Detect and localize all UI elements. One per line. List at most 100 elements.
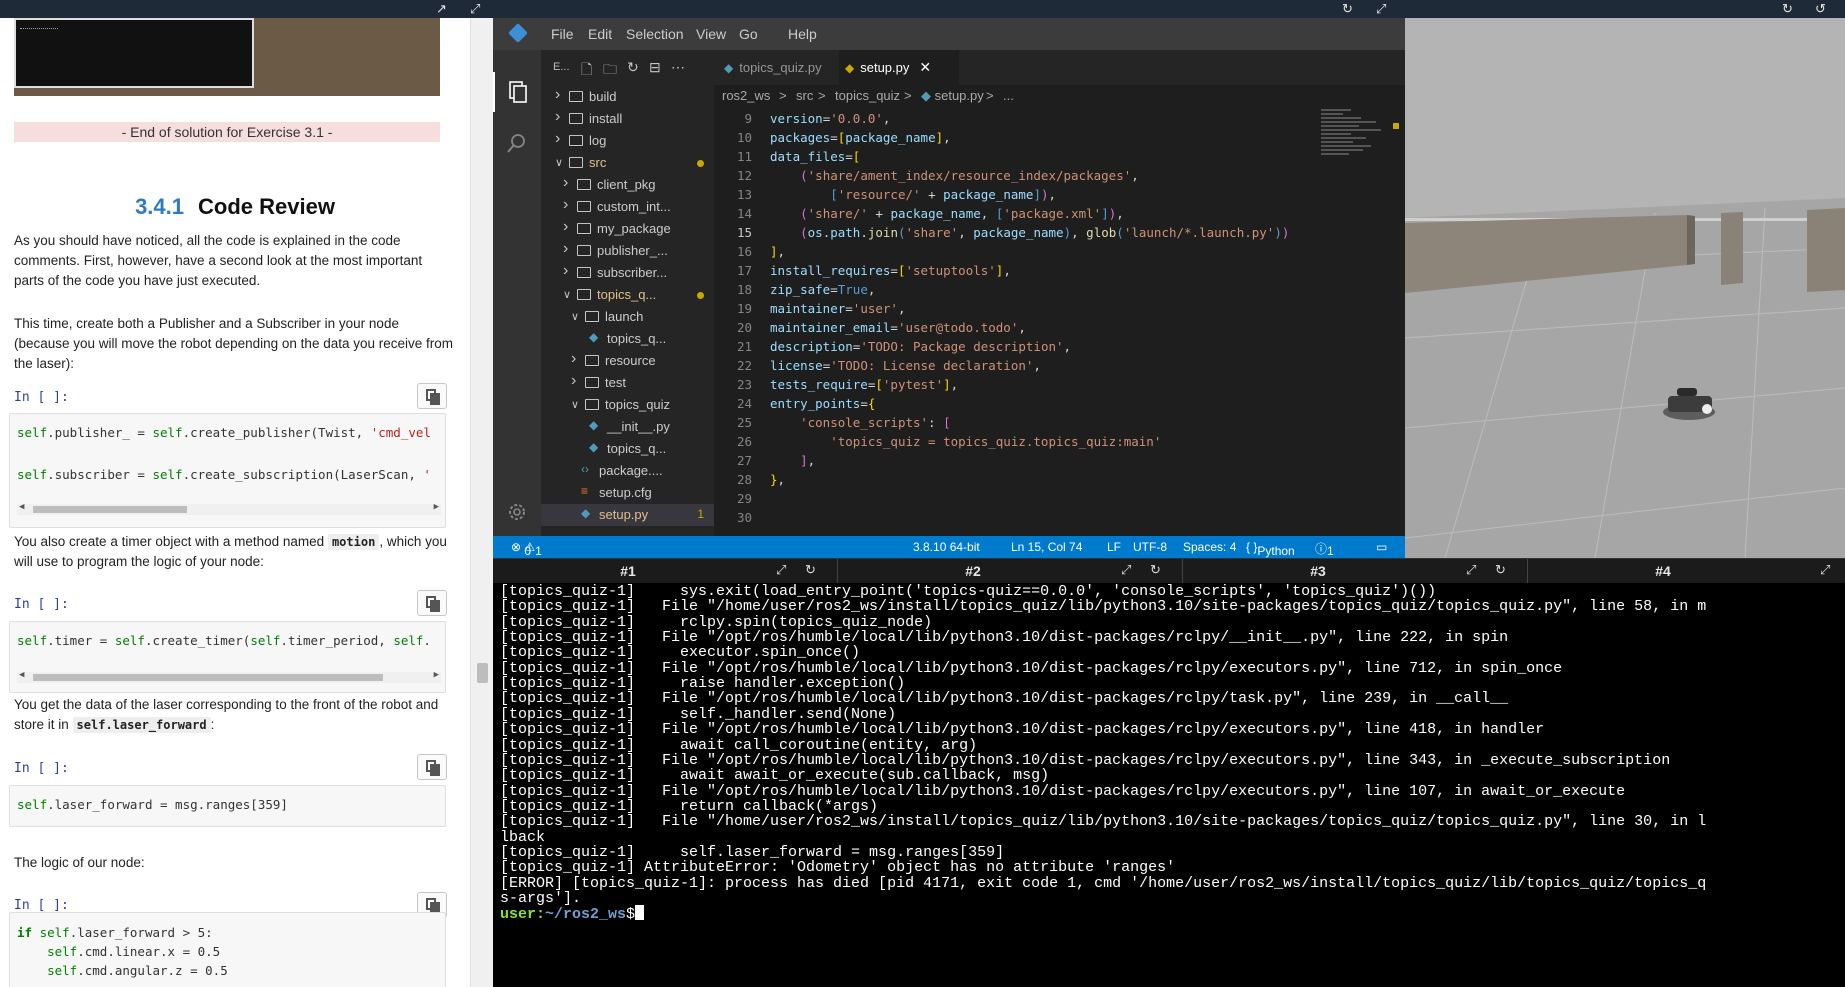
expand-icon[interactable]: ⤢ <box>1820 562 1830 578</box>
language-mode[interactable]: { } Python <box>1246 540 1295 558</box>
code-editor[interactable]: version='0.0.0', packages=[package_name]… <box>714 107 1405 536</box>
code-line: version='0.0.0', <box>770 111 891 126</box>
tree-item[interactable]: ∨ src <box>541 152 714 174</box>
python-file-icon: ◆ <box>589 440 599 454</box>
terminal-tab-3[interactable]: #3 ⤢ ↻ <box>1183 559 1528 584</box>
terminal-tab-1[interactable]: #1 ⤢ ↻ <box>493 559 838 584</box>
code-cell[interactable]: self.laser_forward = msg.ranges[359] <box>9 785 446 827</box>
tree-item[interactable]: › custom_int... <box>541 196 714 218</box>
python-file-icon: ◆ <box>589 418 599 432</box>
close-tab-icon[interactable]: ✕ <box>919 59 931 75</box>
menu-edit[interactable]: Edit <box>588 26 612 42</box>
new-file-icon[interactable]: 🗋 <box>581 59 592 83</box>
reload-icon[interactable]: ↻ <box>805 562 816 578</box>
new-folder-icon[interactable]: 🗀 <box>603 59 617 83</box>
editor-scrollbar[interactable] <box>1391 107 1405 536</box>
layout-icon[interactable]: ▭ <box>1376 540 1387 554</box>
reload-icon[interactable]: ↻ <box>1495 562 1506 578</box>
reload-icon[interactable]: ↻ <box>1782 1 1793 17</box>
menu-view[interactable]: View <box>696 26 726 42</box>
menu-help[interactable]: Help <box>788 26 817 42</box>
terminal-tab-2[interactable]: #2 ⤢ ↻ <box>838 559 1183 584</box>
gazebo-simulation-view[interactable] <box>1405 18 1845 558</box>
terminal-tab-4[interactable]: #4 ⤢ <box>1528 559 1845 584</box>
code-cell[interactable]: if self.laser_forward > 5: self.cmd.line… <box>9 912 446 987</box>
tree-item[interactable]: ≡ setup.cfg <box>541 482 714 504</box>
code-cell[interactable]: self.timer = self.create_timer(self.time… <box>9 621 446 693</box>
tree-item[interactable]: ∨ launch <box>541 306 714 328</box>
tree-item[interactable]: › publisher_... <box>541 240 714 262</box>
line-number: 30 <box>736 510 752 525</box>
breadcrumb-item[interactable]: ... <box>1003 88 1014 103</box>
notebook-scrollbar[interactable] <box>470 18 493 987</box>
copy-code-button[interactable] <box>417 754 447 780</box>
code-cell[interactable]: self.publisher_ = self.create_publisher(… <box>9 413 446 528</box>
tree-item-label: test <box>605 375 626 390</box>
tree-item[interactable]: ∨ topics_quiz <box>541 394 714 416</box>
tree-item[interactable]: ∨ topics_q... <box>541 284 714 306</box>
problems-indicator[interactable]: ⊗ 0 ⚠ 1 <box>511 540 542 558</box>
menu-go[interactable]: Go <box>739 26 758 42</box>
tree-item[interactable]: ◆ __init__.py <box>541 416 714 438</box>
terminal-prompt[interactable]: user:~/ros2_ws$ <box>500 905 645 923</box>
open-external-icon[interactable]: ↗ <box>436 1 447 17</box>
explorer-icon[interactable] <box>503 78 531 106</box>
settings-gear-icon[interactable] <box>503 498 531 526</box>
encoding-indicator[interactable]: UTF-8 <box>1133 540 1167 554</box>
cursor-position[interactable]: Ln 15, Col 74 <box>1011 540 1082 554</box>
collapse-all-icon[interactable]: ⊟ <box>649 59 661 76</box>
breadcrumb-item[interactable]: topics_quiz <box>835 88 900 103</box>
modified-indicator <box>697 292 704 299</box>
expand-icon[interactable]: ⤢ <box>1466 562 1476 578</box>
tree-item[interactable]: ◆ topics_q... <box>541 328 714 350</box>
breadcrumb-item[interactable]: src <box>796 88 813 103</box>
expand-icon[interactable]: ⤢ <box>1121 562 1131 578</box>
cell-prompt: In [ ]: <box>14 597 69 612</box>
tree-item[interactable]: › my_package <box>541 218 714 240</box>
expand-icon[interactable]: ⤢ <box>470 1 480 17</box>
more-actions-icon[interactable]: ⋯ <box>671 59 685 76</box>
tree-item[interactable]: › resource <box>541 350 714 372</box>
terminal-output[interactable]: [topics_quiz-1] sys.exit(load_entry_poin… <box>493 583 1845 987</box>
copy-code-button[interactable] <box>417 590 447 616</box>
menu-file[interactable]: File <box>551 26 574 42</box>
expand-icon[interactable]: ⤢ <box>776 562 786 578</box>
code-line: maintainer_email='user@todo.todo', <box>770 320 1026 335</box>
tree-item[interactable]: › install <box>541 108 714 130</box>
refresh-icon[interactable]: ↻ <box>627 59 639 76</box>
horizontal-scrollbar[interactable]: ◀ ▶ <box>17 670 441 683</box>
code-line: self.cmd.angular.z = 0.5 <box>47 963 228 978</box>
tree-item[interactable]: ◆ topics_q... <box>541 438 714 460</box>
menu-selection[interactable]: Selection <box>626 26 684 42</box>
chevron-down-icon: ∨ <box>571 311 580 323</box>
tree-item[interactable]: › subscriber... <box>541 262 714 284</box>
tree-item-label: package.... <box>599 463 663 478</box>
terminal-screenshot-image <box>14 18 440 96</box>
code-line: 'console_scripts': [ <box>800 415 951 430</box>
eol-indicator[interactable]: LF <box>1107 540 1121 554</box>
tree-item[interactable]: ◆ setup.py 1 <box>541 504 714 526</box>
breadcrumb-item[interactable]: ◆ setup.py <box>921 88 984 104</box>
reset-icon[interactable]: ↺ <box>1815 1 1826 17</box>
tree-item[interactable]: › client_pkg <box>541 174 714 196</box>
line-number: 26 <box>736 434 752 449</box>
code-line: 'topics_quiz = topics_quiz.topics_quiz:m… <box>830 434 1162 449</box>
python-interpreter[interactable]: 3.8.10 64-bit <box>913 540 980 554</box>
tree-item[interactable]: › build <box>541 86 714 108</box>
tree-item[interactable]: › test <box>541 372 714 394</box>
reload-icon[interactable]: ↻ <box>1342 1 1353 17</box>
tab-setup-py[interactable]: ◆ setup.py ✕ <box>839 50 959 85</box>
expand-icon[interactable]: ⤢ <box>1376 1 1386 17</box>
copy-code-button[interactable] <box>417 383 447 409</box>
search-icon[interactable] <box>503 130 531 158</box>
folder-icon <box>585 355 599 366</box>
tab-topics-quiz-py[interactable]: ◆ topics_quiz.py <box>724 50 844 85</box>
indentation-indicator[interactable]: Spaces: 4 <box>1183 540 1236 554</box>
breadcrumb-item[interactable]: ros2_ws <box>722 88 770 103</box>
reload-icon[interactable]: ↻ <box>1150 562 1161 578</box>
tree-item[interactable]: ‹› package.... <box>541 460 714 482</box>
horizontal-scrollbar[interactable]: ◀ ▶ <box>17 502 441 515</box>
tree-item[interactable]: › log <box>541 130 714 152</box>
minimap[interactable] <box>1321 107 1391 187</box>
notifications-indicator[interactable]: ⓘ 1 <box>1315 540 1334 558</box>
